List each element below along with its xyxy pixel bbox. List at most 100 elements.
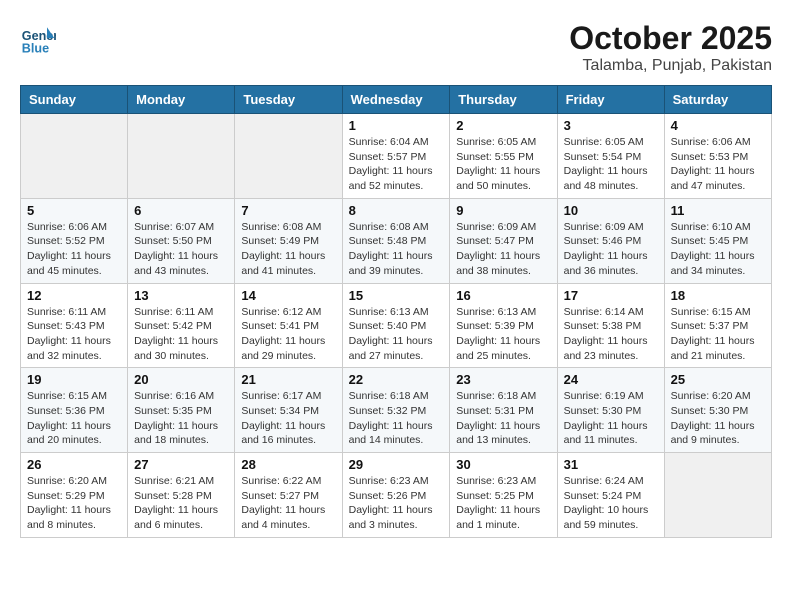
day-info: Sunrise: 6:11 AM Sunset: 5:43 PM Dayligh… xyxy=(27,305,121,364)
day-info: Sunrise: 6:20 AM Sunset: 5:30 PM Dayligh… xyxy=(671,389,765,448)
day-info: Sunrise: 6:23 AM Sunset: 5:25 PM Dayligh… xyxy=(456,474,550,533)
day-info: Sunrise: 6:23 AM Sunset: 5:26 PM Dayligh… xyxy=(349,474,444,533)
calendar-cell: 4 Sunrise: 6:06 AM Sunset: 5:53 PM Daylig… xyxy=(664,114,771,199)
day-info: Sunrise: 6:18 AM Sunset: 5:31 PM Dayligh… xyxy=(456,389,550,448)
calendar-cell: 12 Sunrise: 6:11 AM Sunset: 5:43 PM Dayli… xyxy=(21,283,128,368)
day-info: Sunrise: 6:21 AM Sunset: 5:28 PM Dayligh… xyxy=(134,474,228,533)
calendar-cell: 24 Sunrise: 6:19 AM Sunset: 5:30 PM Dayli… xyxy=(557,368,664,453)
calendar-cell xyxy=(128,114,235,199)
calendar-cell: 28 Sunrise: 6:22 AM Sunset: 5:27 PM Dayli… xyxy=(235,453,342,538)
weekday-header-monday: Monday xyxy=(128,86,235,114)
calendar-cell: 29 Sunrise: 6:23 AM Sunset: 5:26 PM Dayli… xyxy=(342,453,450,538)
calendar-cell: 7 Sunrise: 6:08 AM Sunset: 5:49 PM Daylig… xyxy=(235,198,342,283)
day-number: 19 xyxy=(27,372,121,387)
day-number: 25 xyxy=(671,372,765,387)
day-info: Sunrise: 6:10 AM Sunset: 5:45 PM Dayligh… xyxy=(671,220,765,279)
day-number: 10 xyxy=(564,203,658,218)
day-number: 28 xyxy=(241,457,335,472)
calendar-week-row: 5Sunrise: 6:06 AM Sunset: 5:52 PM Daylig… xyxy=(21,198,772,283)
calendar-cell: 30 Sunrise: 6:23 AM Sunset: 5:25 PM Dayli… xyxy=(450,453,557,538)
calendar-cell: 19 Sunrise: 6:15 AM Sunset: 5:36 PM Dayli… xyxy=(21,368,128,453)
day-number: 31 xyxy=(564,457,658,472)
day-number: 30 xyxy=(456,457,550,472)
calendar-cell: 20 Sunrise: 6:16 AM Sunset: 5:35 PM Dayli… xyxy=(128,368,235,453)
day-number: 3 xyxy=(564,118,658,133)
calendar-cell: 3 Sunrise: 6:05 AM Sunset: 5:54 PM Daylig… xyxy=(557,114,664,199)
day-number: 2 xyxy=(456,118,550,133)
calendar-cell: 15Sunrise: 6:13 AM Sunset: 5:40 PM Dayli… xyxy=(342,283,450,368)
weekday-header-tuesday: Tuesday xyxy=(235,86,342,114)
calendar-cell: 27 Sunrise: 6:21 AM Sunset: 5:28 PM Dayli… xyxy=(128,453,235,538)
calendar-table: SundayMondayTuesdayWednesdayThursdayFrid… xyxy=(20,85,772,538)
day-number: 27 xyxy=(134,457,228,472)
weekday-header-friday: Friday xyxy=(557,86,664,114)
calendar-cell: 14Sunrise: 6:12 AM Sunset: 5:41 PM Dayli… xyxy=(235,283,342,368)
day-number: 20 xyxy=(134,372,228,387)
calendar-cell: 16 Sunrise: 6:13 AM Sunset: 5:39 PM Dayli… xyxy=(450,283,557,368)
day-number: 26 xyxy=(27,457,121,472)
weekday-header-sunday: Sunday xyxy=(21,86,128,114)
calendar-cell: 26 Sunrise: 6:20 AM Sunset: 5:29 PM Dayli… xyxy=(21,453,128,538)
calendar-cell: 5Sunrise: 6:06 AM Sunset: 5:52 PM Daylig… xyxy=(21,198,128,283)
day-info: Sunrise: 6:18 AM Sunset: 5:32 PM Dayligh… xyxy=(349,389,444,448)
day-number: 8 xyxy=(349,203,444,218)
day-number: 12 xyxy=(27,288,121,303)
calendar-week-row: 12 Sunrise: 6:11 AM Sunset: 5:43 PM Dayli… xyxy=(21,283,772,368)
day-number: 7 xyxy=(241,203,335,218)
day-info: Sunrise: 6:08 AM Sunset: 5:49 PM Dayligh… xyxy=(241,220,335,279)
month-title: October 2025 xyxy=(569,20,772,57)
calendar-cell xyxy=(21,114,128,199)
day-info: Sunrise: 6:11 AM Sunset: 5:42 PM Dayligh… xyxy=(134,305,228,364)
day-info: Sunrise: 6:04 AM Sunset: 5:57 PM Dayligh… xyxy=(349,135,444,194)
day-info: Sunrise: 6:13 AM Sunset: 5:40 PM Dayligh… xyxy=(349,305,444,364)
calendar-cell xyxy=(235,114,342,199)
day-info: Sunrise: 6:13 AM Sunset: 5:39 PM Dayligh… xyxy=(456,305,550,364)
day-number: 9 xyxy=(456,203,550,218)
day-number: 24 xyxy=(564,372,658,387)
day-info: Sunrise: 6:16 AM Sunset: 5:35 PM Dayligh… xyxy=(134,389,228,448)
title-area: October 2025 Talamba, Punjab, Pakistan xyxy=(569,20,772,75)
logo-icon: General Blue xyxy=(20,20,56,56)
day-number: 23 xyxy=(456,372,550,387)
day-info: Sunrise: 6:24 AM Sunset: 5:24 PM Dayligh… xyxy=(564,474,658,533)
calendar-cell: 31 Sunrise: 6:24 AM Sunset: 5:24 PM Dayli… xyxy=(557,453,664,538)
day-info: Sunrise: 6:15 AM Sunset: 5:36 PM Dayligh… xyxy=(27,389,121,448)
weekday-header-row: SundayMondayTuesdayWednesdayThursdayFrid… xyxy=(21,86,772,114)
day-info: Sunrise: 6:09 AM Sunset: 5:46 PM Dayligh… xyxy=(564,220,658,279)
day-info: Sunrise: 6:05 AM Sunset: 5:54 PM Dayligh… xyxy=(564,135,658,194)
calendar-week-row: 1Sunrise: 6:04 AM Sunset: 5:57 PM Daylig… xyxy=(21,114,772,199)
day-info: Sunrise: 6:19 AM Sunset: 5:30 PM Dayligh… xyxy=(564,389,658,448)
day-info: Sunrise: 6:06 AM Sunset: 5:53 PM Dayligh… xyxy=(671,135,765,194)
calendar-cell: 21Sunrise: 6:17 AM Sunset: 5:34 PM Dayli… xyxy=(235,368,342,453)
calendar-cell: 10 Sunrise: 6:09 AM Sunset: 5:46 PM Dayli… xyxy=(557,198,664,283)
day-number: 11 xyxy=(671,203,765,218)
calendar-week-row: 19 Sunrise: 6:15 AM Sunset: 5:36 PM Dayli… xyxy=(21,368,772,453)
calendar-cell: 25 Sunrise: 6:20 AM Sunset: 5:30 PM Dayli… xyxy=(664,368,771,453)
day-info: Sunrise: 6:20 AM Sunset: 5:29 PM Dayligh… xyxy=(27,474,121,533)
calendar-cell: 8 Sunrise: 6:08 AM Sunset: 5:48 PM Daylig… xyxy=(342,198,450,283)
calendar-cell: 11 Sunrise: 6:10 AM Sunset: 5:45 PM Dayli… xyxy=(664,198,771,283)
weekday-header-wednesday: Wednesday xyxy=(342,86,450,114)
calendar-week-row: 26 Sunrise: 6:20 AM Sunset: 5:29 PM Dayli… xyxy=(21,453,772,538)
day-info: Sunrise: 6:22 AM Sunset: 5:27 PM Dayligh… xyxy=(241,474,335,533)
day-number: 13 xyxy=(134,288,228,303)
day-number: 16 xyxy=(456,288,550,303)
calendar-cell: 6Sunrise: 6:07 AM Sunset: 5:50 PM Daylig… xyxy=(128,198,235,283)
day-number: 22 xyxy=(349,372,444,387)
day-number: 6 xyxy=(134,203,228,218)
calendar-cell: 13 Sunrise: 6:11 AM Sunset: 5:42 PM Dayli… xyxy=(128,283,235,368)
day-number: 29 xyxy=(349,457,444,472)
svg-text:Blue: Blue xyxy=(22,41,49,55)
calendar-cell: 22 Sunrise: 6:18 AM Sunset: 5:32 PM Dayli… xyxy=(342,368,450,453)
calendar-cell xyxy=(664,453,771,538)
calendar-cell: 18Sunrise: 6:15 AM Sunset: 5:37 PM Dayli… xyxy=(664,283,771,368)
calendar-cell: 23 Sunrise: 6:18 AM Sunset: 5:31 PM Dayli… xyxy=(450,368,557,453)
day-number: 4 xyxy=(671,118,765,133)
day-info: Sunrise: 6:15 AM Sunset: 5:37 PM Dayligh… xyxy=(671,305,765,364)
day-info: Sunrise: 6:08 AM Sunset: 5:48 PM Dayligh… xyxy=(349,220,444,279)
day-info: Sunrise: 6:06 AM Sunset: 5:52 PM Dayligh… xyxy=(27,220,121,279)
day-number: 14 xyxy=(241,288,335,303)
calendar-cell: 2Sunrise: 6:05 AM Sunset: 5:55 PM Daylig… xyxy=(450,114,557,199)
day-number: 21 xyxy=(241,372,335,387)
logo: General Blue xyxy=(20,20,56,56)
